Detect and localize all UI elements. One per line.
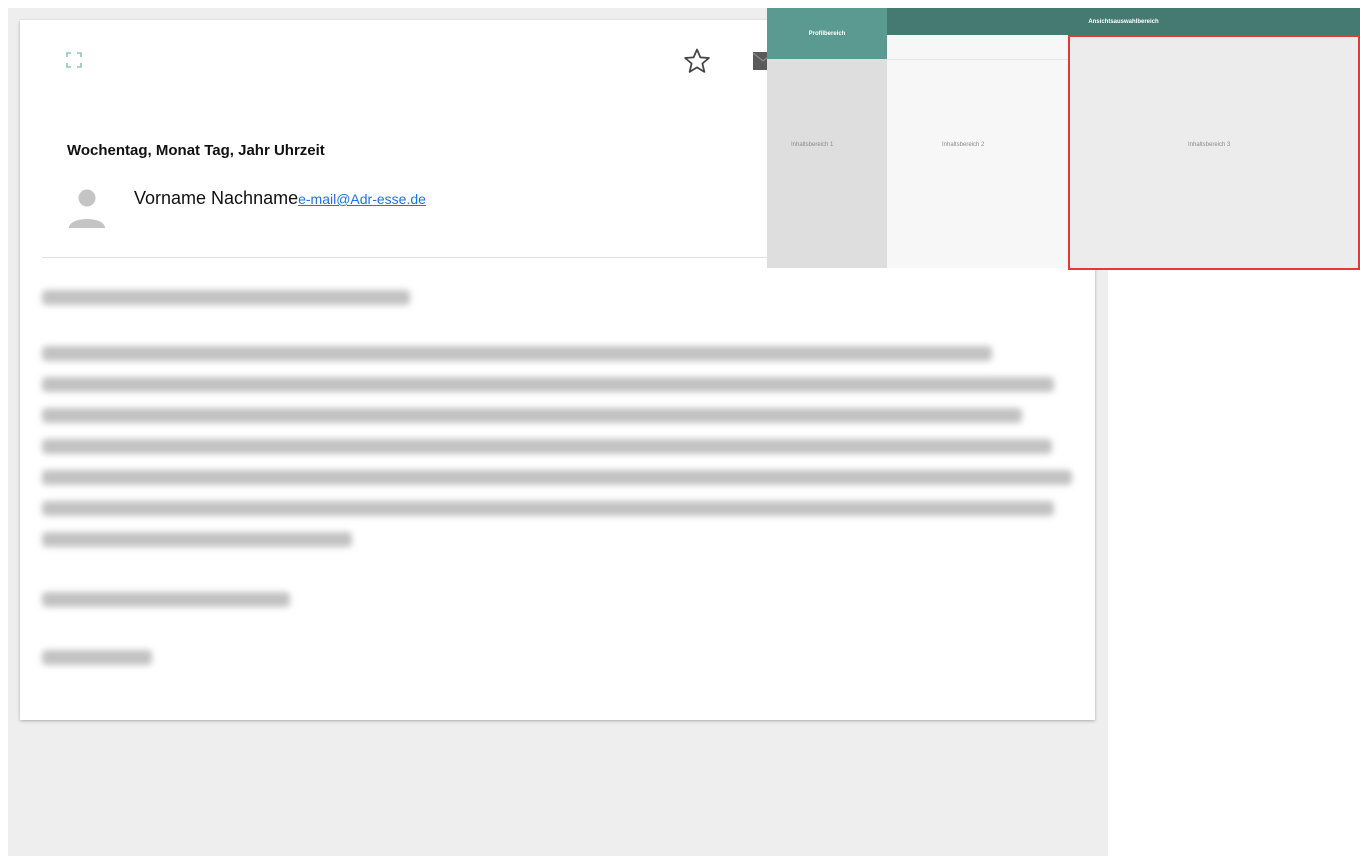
overlay-area-2-separator [887, 59, 1068, 60]
overlay-content-area-2 [887, 35, 1068, 268]
overlay-profile-header: Profilbereich [767, 8, 887, 59]
overlay-label-3: Inhaltsbereich 3 [1188, 142, 1231, 148]
star-icon[interactable] [682, 46, 712, 76]
sender-email-link-part2[interactable]: esse.de [377, 191, 426, 207]
overlay-view-header: Ansichtsauswahlbereich [887, 8, 1360, 35]
overlay-label-2: Inhaltsbereich 2 [942, 142, 985, 148]
sender-info: Vorname Nachnamee-mail@Adr-esse.de [134, 185, 514, 213]
mail-date: Wochentag, Monat Tag, Jahr Uhrzeit [67, 142, 325, 159]
layout-overlay: Profilbereich Ansichtsauswahlbereich Inh… [767, 8, 1360, 270]
overlay-content-area-1 [767, 59, 887, 268]
overlay-content-area-3-highlight [1068, 35, 1360, 270]
expand-icon[interactable] [66, 52, 82, 68]
sender-email-link-part1[interactable]: e-mail@Adr- [298, 191, 377, 207]
overlay-label-1: Inhaltsbereich 1 [791, 142, 834, 148]
sender-name: Vorname Nachname [134, 188, 299, 208]
person-icon [69, 189, 105, 228]
